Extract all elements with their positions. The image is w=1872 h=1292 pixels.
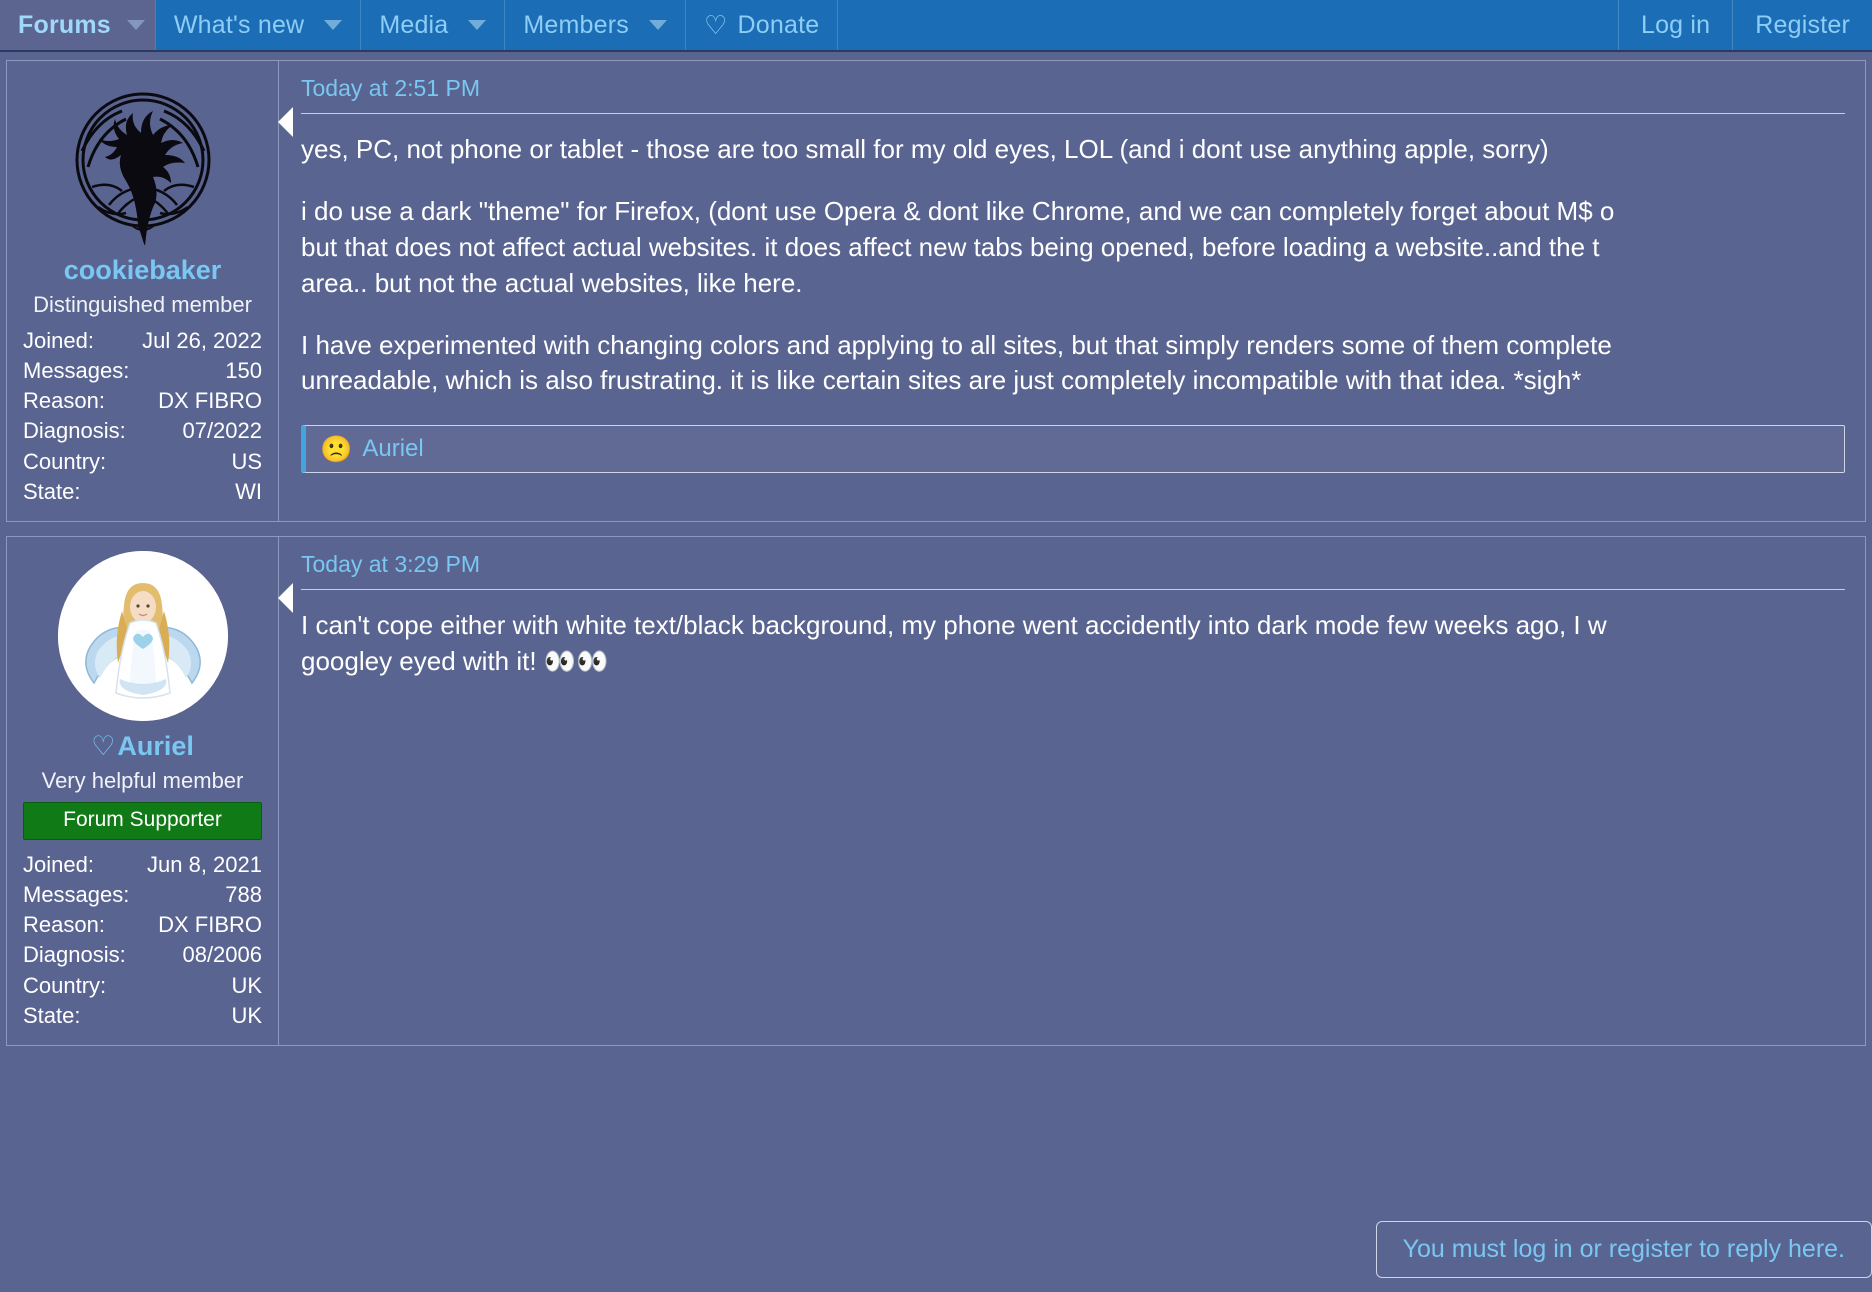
stat-row: Reason: DX FIBRO xyxy=(23,386,262,416)
stat-key: State: xyxy=(23,1002,81,1028)
reaction-user-link[interactable]: Auriel xyxy=(362,435,423,463)
post-author-title: Distinguished member xyxy=(33,292,252,317)
stat-row: Diagnosis: 08/2006 xyxy=(23,940,262,970)
stat-value: 788 xyxy=(225,882,262,908)
post-timestamp[interactable]: Today at 2:51 PM xyxy=(301,75,480,102)
nav-item-forums[interactable]: Forums xyxy=(0,0,155,50)
nav-item-label: Members xyxy=(523,10,629,39)
post-author-link[interactable]: cookiebaker xyxy=(23,255,262,286)
post-paragraph: I can't cope either with white text/blac… xyxy=(301,609,1607,676)
stat-value: 150 xyxy=(225,358,262,384)
nav-auth-items: Log in Register xyxy=(1617,0,1872,50)
nav-item-label: Media xyxy=(379,10,449,39)
divider xyxy=(301,588,1845,590)
stat-key: Country: xyxy=(23,448,107,474)
stat-row: Messages: 788 xyxy=(23,880,262,910)
chevron-down-icon[interactable] xyxy=(126,20,145,30)
stat-key: Messages: xyxy=(23,358,130,384)
stat-key: State: xyxy=(23,478,81,504)
nav-item-label: Forums xyxy=(18,10,111,39)
register-label: Register xyxy=(1755,10,1850,39)
post-author-name: cookiebaker xyxy=(63,255,222,285)
stat-key: Reason: xyxy=(23,388,105,414)
stat-row: Diagnosis: 07/2022 xyxy=(23,416,262,446)
stat-row: State: WI xyxy=(23,477,262,507)
nav-divider xyxy=(837,0,839,50)
stat-key: Joined: xyxy=(23,851,94,877)
post-paragraph: yes, PC, not phone or tablet - those are… xyxy=(301,134,1549,164)
stat-row: Joined: Jul 26, 2022 xyxy=(23,326,262,356)
post-paragraph: i do use a dark "theme" for Firefox, (do… xyxy=(301,195,1615,298)
slightly-frowning-face-icon: 🙁 xyxy=(320,434,353,465)
post-body: yes, PC, not phone or tablet - those are… xyxy=(301,132,1845,399)
post-user-column: ♡Auriel Very helpful member Forum Suppor… xyxy=(7,536,279,1045)
nav-item-label: Donate xyxy=(737,10,820,39)
post-item: cookiebaker Distinguished member Joined:… xyxy=(6,60,1866,522)
thread-page: cookiebaker Distinguished member Joined:… xyxy=(0,52,1872,1292)
stat-value: 07/2022 xyxy=(182,418,262,444)
stat-value: US xyxy=(231,448,262,474)
post-timestamp[interactable]: Today at 3:29 PM xyxy=(301,551,480,578)
stat-row: Country: UK xyxy=(23,971,262,1001)
angel-avatar-icon xyxy=(57,550,228,721)
post-author-name: Auriel xyxy=(117,730,194,761)
chevron-down-icon[interactable] xyxy=(649,20,667,30)
post-author-link[interactable]: ♡Auriel xyxy=(23,731,262,762)
post-message-column: Today at 3:29 PM I can't cope either wit… xyxy=(278,537,1865,1045)
stat-row: Country: US xyxy=(23,447,262,477)
heart-outline-icon: ♡ xyxy=(91,730,116,761)
stat-key: Joined: xyxy=(23,328,94,353)
stat-key: Diagnosis: xyxy=(23,418,126,444)
forum-supporter-badge: Forum Supporter xyxy=(23,801,262,840)
post-author-title: Very helpful member xyxy=(41,767,244,793)
tree-of-life-avatar-icon xyxy=(75,92,210,245)
register-button[interactable]: Register xyxy=(1733,0,1872,50)
stat-row: State: UK xyxy=(23,1001,262,1031)
nav-item-members[interactable]: Members xyxy=(505,0,685,50)
stat-value: DX FIBRO xyxy=(158,388,262,414)
avatar[interactable] xyxy=(57,550,228,721)
stat-key: Country: xyxy=(23,972,107,998)
stat-value: UK xyxy=(231,972,262,998)
divider xyxy=(301,113,1845,114)
chevron-down-icon[interactable] xyxy=(468,20,487,30)
post-body: I can't cope either with white text/blac… xyxy=(301,608,1845,680)
log-in-button[interactable]: Log in xyxy=(1617,0,1734,50)
nav-item-donate[interactable]: ♡ Donate xyxy=(686,0,837,50)
post-pointer-arrow-icon xyxy=(278,582,293,613)
stat-row: Joined: Jun 8, 2021 xyxy=(23,850,262,880)
stat-row: Reason: DX FIBRO xyxy=(23,910,262,940)
footer-action-bar: You must log in or register to reply her… xyxy=(6,1221,1872,1278)
stat-key: Diagnosis: xyxy=(23,942,126,968)
stat-row: Messages: 150 xyxy=(23,356,262,386)
post-paragraph: I have experimented with changing colors… xyxy=(301,329,1612,396)
chevron-down-icon[interactable] xyxy=(324,20,343,30)
stat-key: Messages: xyxy=(23,882,130,908)
stat-value: Jun 8, 2021 xyxy=(147,851,262,877)
log-in-label: Log in xyxy=(1640,10,1711,39)
main-navigation-bar: Forums What's new Media Members ♡ Donate… xyxy=(0,0,1872,52)
nav-item-whats-new[interactable]: What's new xyxy=(156,0,360,50)
post-user-column: cookiebaker Distinguished member Joined:… xyxy=(7,61,279,521)
stat-value: Jul 26, 2022 xyxy=(142,328,262,353)
stat-value: 08/2006 xyxy=(182,942,262,968)
stat-key: Reason: xyxy=(23,912,105,938)
avatar[interactable] xyxy=(57,75,228,245)
post-reactions-bar[interactable]: 🙁 Auriel xyxy=(301,425,1845,474)
stat-value: DX FIBRO xyxy=(158,912,262,938)
post-message-column: Today at 2:51 PM yes, PC, not phone or t… xyxy=(278,61,1865,521)
post-author-stats: Joined: Jul 26, 2022 Messages: 150 Reaso… xyxy=(23,326,262,507)
nav-item-media[interactable]: Media xyxy=(361,0,504,50)
stat-value: UK xyxy=(231,1002,262,1028)
heart-outline-icon: ♡ xyxy=(704,10,728,40)
post-pointer-arrow-icon xyxy=(278,107,293,137)
post-author-stats: Joined: Jun 8, 2021 Messages: 788 Reason… xyxy=(23,850,262,1031)
stat-value: WI xyxy=(235,478,262,504)
login-or-register-button[interactable]: You must log in or register to reply her… xyxy=(1375,1221,1872,1278)
nav-item-label: What's new xyxy=(173,10,305,39)
nav-primary-items: Forums What's new Media Members ♡ Donate xyxy=(0,0,839,50)
post-item: ♡Auriel Very helpful member Forum Suppor… xyxy=(6,535,1866,1046)
